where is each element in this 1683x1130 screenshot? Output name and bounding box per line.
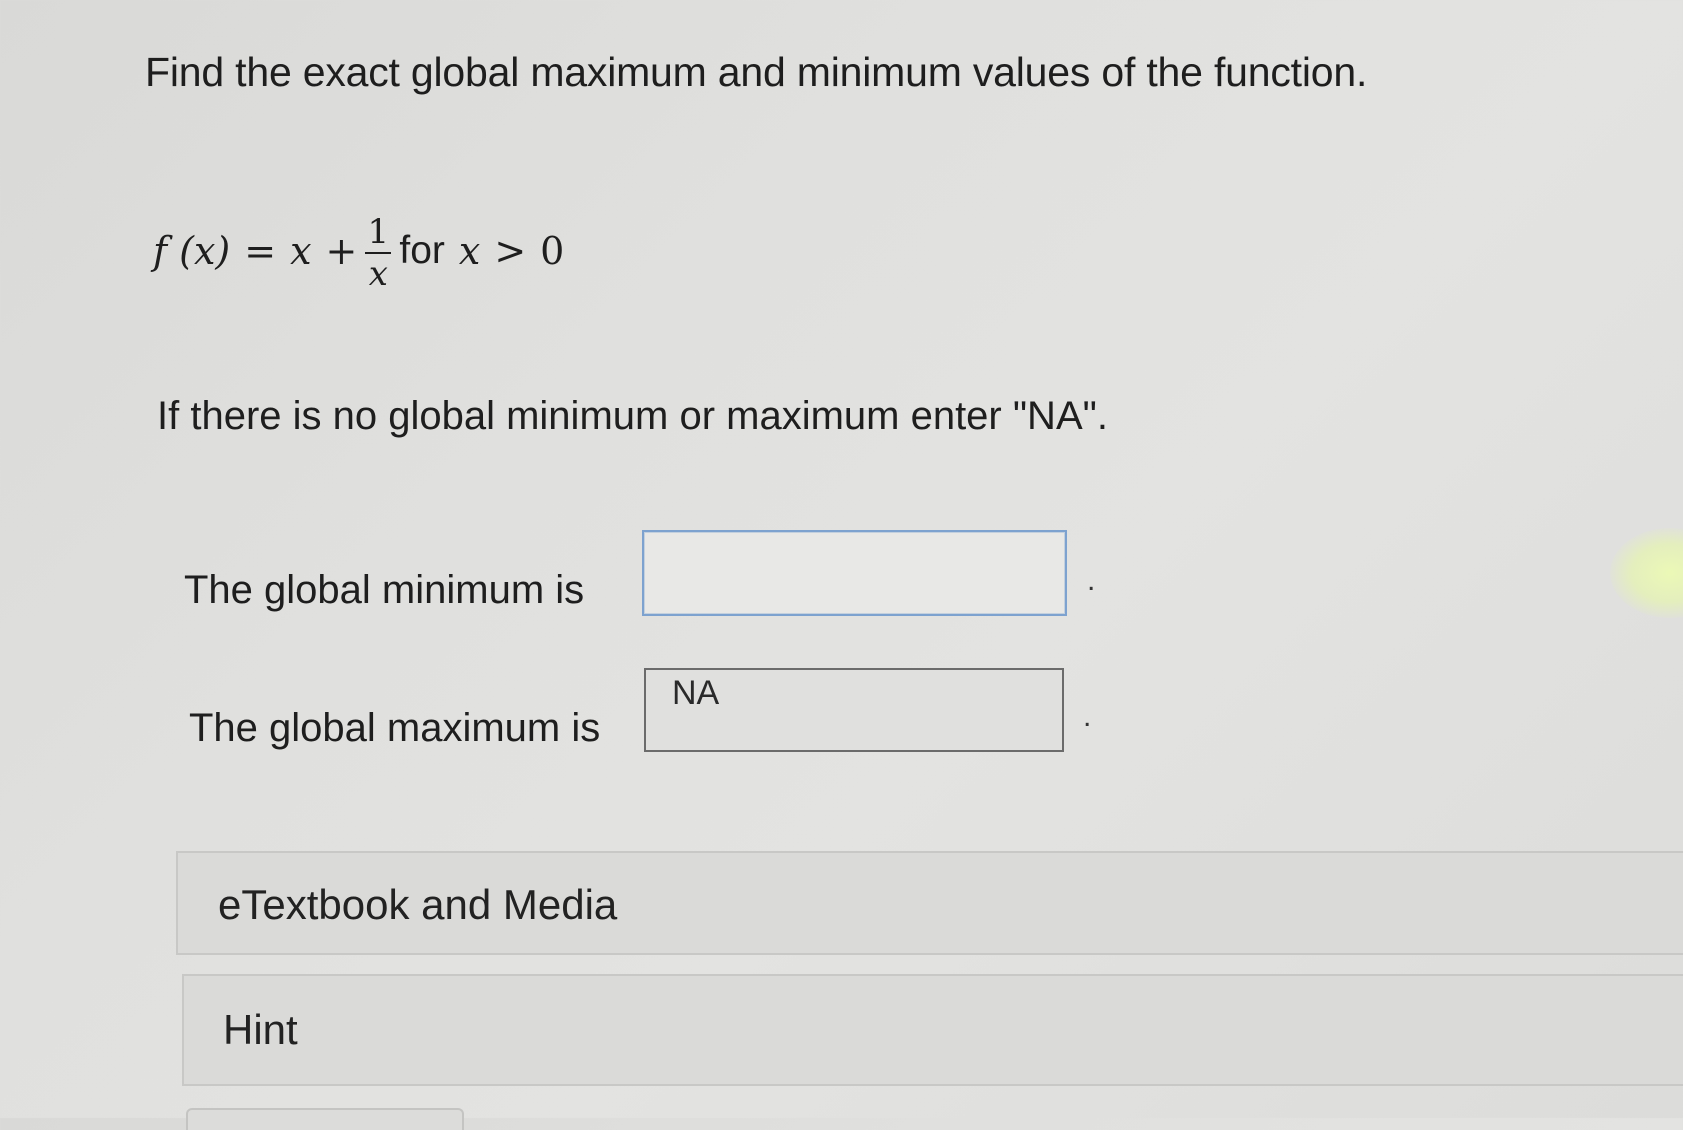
- fraction-denominator: x: [368, 254, 388, 294]
- global-maximum-input[interactable]: [644, 668, 1064, 752]
- formula-lhs: f (x): [153, 229, 231, 273]
- formula-fraction: 1 x: [365, 212, 392, 294]
- formula-plus: +: [325, 229, 358, 273]
- instruction-text: If there is no global minimum or maximum…: [157, 394, 1108, 438]
- global-maximum-label: The global maximum is: [189, 706, 601, 750]
- fraction-numerator: 1: [367, 212, 390, 252]
- function-formula: f (x) = x + 1 x for x > 0: [153, 196, 564, 306]
- question-title: Find the exact global maximum and minimu…: [145, 49, 1368, 95]
- condition-value: 0: [540, 229, 565, 273]
- formula-for-word: for: [399, 229, 445, 272]
- formula-var: x: [290, 229, 312, 273]
- screen-glare: [1610, 528, 1683, 618]
- next-section-edge: [186, 1108, 464, 1130]
- global-minimum-period: .: [1087, 564, 1096, 597]
- etextbook-media-label: eTextbook and Media: [218, 881, 618, 928]
- question-page: Find the exact global maximum and minimu…: [0, 0, 1683, 1130]
- global-minimum-input[interactable]: [642, 530, 1067, 616]
- condition-operator: >: [494, 229, 527, 273]
- etextbook-media-accordion[interactable]: eTextbook and Media: [176, 851, 1683, 955]
- global-minimum-row: The global minimum is .: [0, 528, 1200, 616]
- hint-label: Hint: [223, 1006, 298, 1053]
- condition-var: x: [458, 229, 481, 273]
- formula-equals: =: [244, 229, 277, 273]
- global-minimum-label: The global minimum is: [184, 568, 585, 612]
- global-maximum-period: .: [1083, 700, 1092, 733]
- global-maximum-row: The global maximum is .: [0, 664, 1200, 752]
- hint-accordion[interactable]: Hint: [182, 974, 1683, 1086]
